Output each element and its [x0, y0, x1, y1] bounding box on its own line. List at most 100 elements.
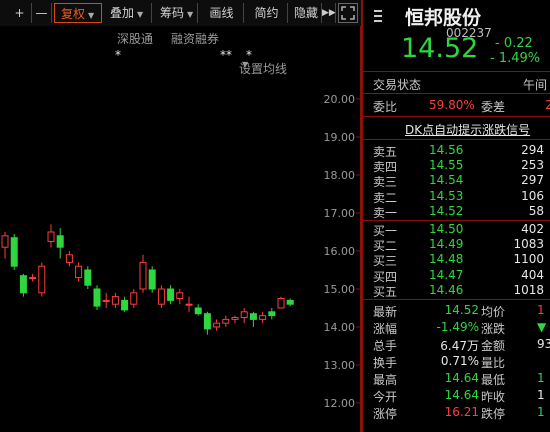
candle[interactable]: [240, 308, 248, 324]
dk-signal-link[interactable]: DK点自动提示涨跌信号: [405, 121, 530, 138]
candle[interactable]: [121, 296, 129, 312]
stat-label: 今开: [373, 390, 398, 404]
marker-star[interactable]: *: [246, 48, 252, 62]
stat-value: 16.21: [444, 405, 479, 419]
candle[interactable]: [56, 228, 64, 259]
ask-row-price[interactable]: 14.52: [429, 204, 463, 218]
more-arrow-icon[interactable]: ▶▶: [322, 3, 336, 23]
candle[interactable]: [268, 308, 276, 320]
draw-line-button[interactable]: 画线: [200, 3, 244, 23]
candle[interactable]: [65, 251, 73, 267]
candle[interactable]: [29, 273, 37, 282]
candle[interactable]: [148, 266, 156, 293]
hide-button[interactable]: 隐藏: [290, 3, 322, 23]
zoom-out-button[interactable]: —: [32, 3, 52, 23]
candle[interactable]: [111, 292, 119, 308]
weicha-value: 2: [545, 98, 550, 112]
divider: [363, 139, 550, 140]
divider: [363, 93, 550, 94]
candle-body: [111, 296, 119, 305]
candle[interactable]: [185, 296, 193, 312]
bid-row-price[interactable]: 14.50: [429, 222, 463, 236]
stat-value: 1: [537, 303, 545, 317]
candle[interactable]: [249, 311, 257, 327]
candle[interactable]: [84, 266, 92, 289]
candle[interactable]: [102, 292, 110, 308]
candle-body: [203, 313, 211, 330]
y-tick-label: 15.00: [324, 283, 356, 296]
price-change-pct: - 1.49%: [490, 51, 541, 66]
chevron-down-icon: ▼: [137, 10, 144, 19]
candle[interactable]: [139, 254, 147, 293]
y-tick-label: 14.00: [324, 321, 356, 334]
candle-body: [167, 288, 175, 301]
bid-row-price[interactable]: 14.46: [429, 283, 463, 297]
candle[interactable]: [203, 311, 211, 335]
zoom-in-button[interactable]: +: [8, 3, 32, 23]
stat-value: 1: [537, 405, 545, 419]
y-tick-label: 13.00: [324, 359, 356, 372]
candle[interactable]: [47, 224, 55, 248]
candle-body: [65, 254, 73, 263]
divider: [363, 299, 550, 300]
weibi-label: 委比: [373, 100, 398, 114]
chips-dropdown[interactable]: 筹码 ▼: [154, 3, 198, 23]
stat-label: 量比: [481, 356, 506, 370]
stat-value: ▼: [537, 320, 547, 334]
stat-label: 涨停: [373, 407, 398, 421]
candle-body: [176, 292, 184, 299]
candle[interactable]: [157, 285, 165, 308]
overlay-dropdown[interactable]: 叠加 ▼: [104, 3, 152, 23]
menu-icon[interactable]: [373, 8, 383, 27]
stat-value: -1.49%: [436, 320, 479, 334]
candle-body: [56, 235, 64, 248]
candle-body: [139, 261, 147, 290]
candle-body: [157, 288, 165, 305]
stat-label: 换手: [373, 356, 398, 370]
bid-row-volume: 1100: [513, 252, 544, 267]
simple-mode-button[interactable]: 简约: [246, 3, 288, 23]
bid-row-price[interactable]: 14.48: [429, 252, 463, 266]
bid-row-price[interactable]: 14.49: [429, 237, 463, 251]
divider: [363, 220, 550, 221]
candle[interactable]: [1, 232, 9, 259]
bid-row-volume: 1083: [513, 237, 544, 252]
fullscreen-icon[interactable]: [338, 3, 358, 23]
candle[interactable]: [231, 315, 239, 324]
y-tick-label: 16.00: [324, 245, 356, 258]
candle[interactable]: [10, 233, 18, 270]
candle[interactable]: [167, 285, 175, 305]
ask-row-price[interactable]: 14.55: [429, 158, 463, 172]
bid-row-price[interactable]: 14.47: [429, 268, 463, 282]
quote-panel: 恒邦股份 002237 14.52 - 0.22 - 1.49% 交易状态 午间…: [363, 0, 550, 432]
candle[interactable]: [130, 289, 138, 308]
weicha-label: 委差: [481, 100, 506, 114]
stat-label: 最高: [373, 373, 398, 387]
hk-connect-link[interactable]: 深股通: [117, 30, 153, 47]
candle[interactable]: [176, 289, 184, 305]
margin-trading-link[interactable]: 融资融券: [171, 30, 219, 47]
candle[interactable]: [213, 319, 221, 331]
candlestick-chart[interactable]: 20.00 19.00 18.00 17.00 16.00 15.00 14.00 13.00…: [0, 0, 361, 432]
ask-row-price[interactable]: 14.53: [429, 189, 463, 203]
bid-row-volume: 402: [521, 222, 544, 236]
marker-star[interactable]: **: [220, 48, 232, 62]
candle-body: [259, 315, 267, 320]
candle[interactable]: [75, 262, 83, 282]
marker-star[interactable]: *: [115, 48, 121, 62]
ask-row-price[interactable]: 14.56: [429, 143, 463, 157]
candle[interactable]: [19, 273, 27, 297]
kline-panel[interactable]: 20.00 19.00 18.00 17.00 16.00 15.00 14.00 13.00…: [0, 0, 361, 432]
ask-row-price[interactable]: 14.54: [429, 173, 463, 187]
adjust-dropdown[interactable]: 复权 ▼: [54, 3, 102, 23]
candle[interactable]: [277, 296, 285, 309]
ask-row-label: 卖一: [373, 205, 398, 220]
candle[interactable]: [93, 285, 101, 310]
candle[interactable]: [286, 298, 294, 307]
candle[interactable]: [38, 262, 46, 297]
candle[interactable]: [259, 311, 267, 324]
candle[interactable]: [222, 315, 230, 327]
candle-body: [93, 288, 101, 307]
stat-value: 14.64: [444, 388, 479, 402]
candle[interactable]: [194, 304, 202, 316]
